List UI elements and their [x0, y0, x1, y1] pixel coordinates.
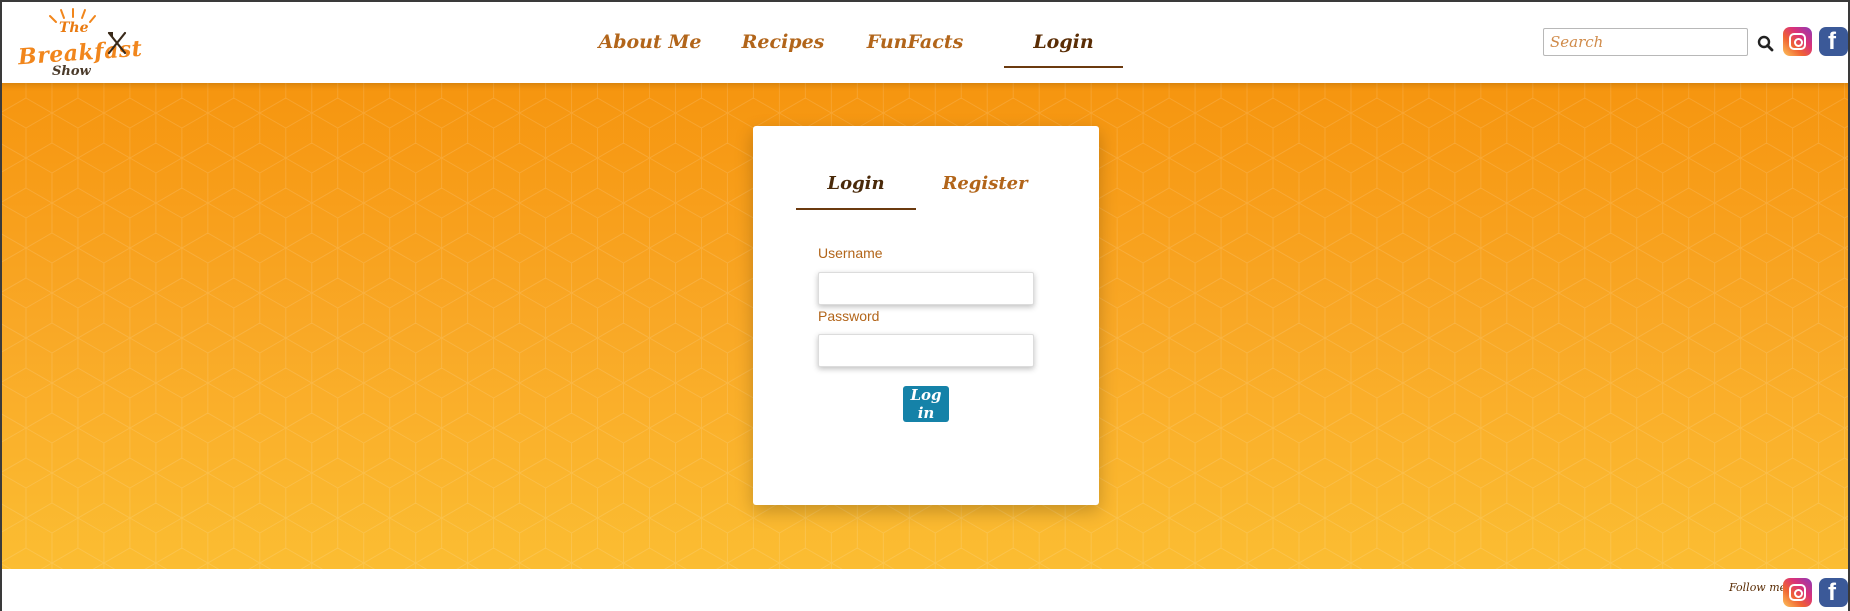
instagram-icon[interactable]	[1783, 578, 1812, 607]
tab-label: Login	[827, 173, 885, 194]
instagram-icon[interactable]	[1783, 27, 1812, 56]
logo-word-show: Show	[52, 64, 91, 79]
facebook-icon[interactable]: f	[1819, 578, 1848, 607]
tab-label: Register	[942, 173, 1028, 194]
auth-card: Login Register Username Password Log in	[753, 126, 1099, 505]
follow-me-label: Follow me	[1729, 581, 1787, 594]
nav-item-login[interactable]: Login	[1004, 22, 1123, 68]
site-header: The Breakfast Show About Me Recipes FunF…	[0, 0, 1850, 83]
nav-item-label: Login	[1033, 31, 1094, 53]
facebook-icon[interactable]: f	[1819, 27, 1848, 56]
fork-knife-icon	[107, 31, 127, 55]
username-field[interactable]	[818, 272, 1034, 305]
nav-item-label: FunFacts	[866, 31, 964, 53]
search-box	[1543, 28, 1774, 56]
nav-item-recipes[interactable]: Recipes	[723, 22, 843, 68]
username-label: Username	[818, 245, 883, 261]
password-field[interactable]	[818, 334, 1034, 367]
active-nav-underline	[1004, 66, 1123, 68]
brand-logo[interactable]: The Breakfast Show	[16, 8, 143, 79]
nav-item-funfacts[interactable]: FunFacts	[855, 22, 975, 68]
tab-register[interactable]: Register	[925, 168, 1045, 210]
tab-login[interactable]: Login	[796, 168, 916, 210]
logo-word-the: The	[59, 20, 89, 36]
facebook-letter: f	[1828, 28, 1836, 55]
nav-item-label: About Me	[598, 31, 702, 53]
search-icon[interactable]	[1755, 32, 1777, 54]
nav-item-about-me[interactable]: About Me	[590, 22, 710, 68]
active-tab-underline	[796, 208, 916, 210]
facebook-letter: f	[1828, 579, 1836, 606]
login-button[interactable]: Log in	[903, 386, 949, 422]
nav-item-label: Recipes	[741, 31, 825, 53]
password-label: Password	[818, 308, 880, 324]
site-footer: Follow me f	[0, 569, 1850, 611]
search-input[interactable]	[1543, 28, 1748, 56]
